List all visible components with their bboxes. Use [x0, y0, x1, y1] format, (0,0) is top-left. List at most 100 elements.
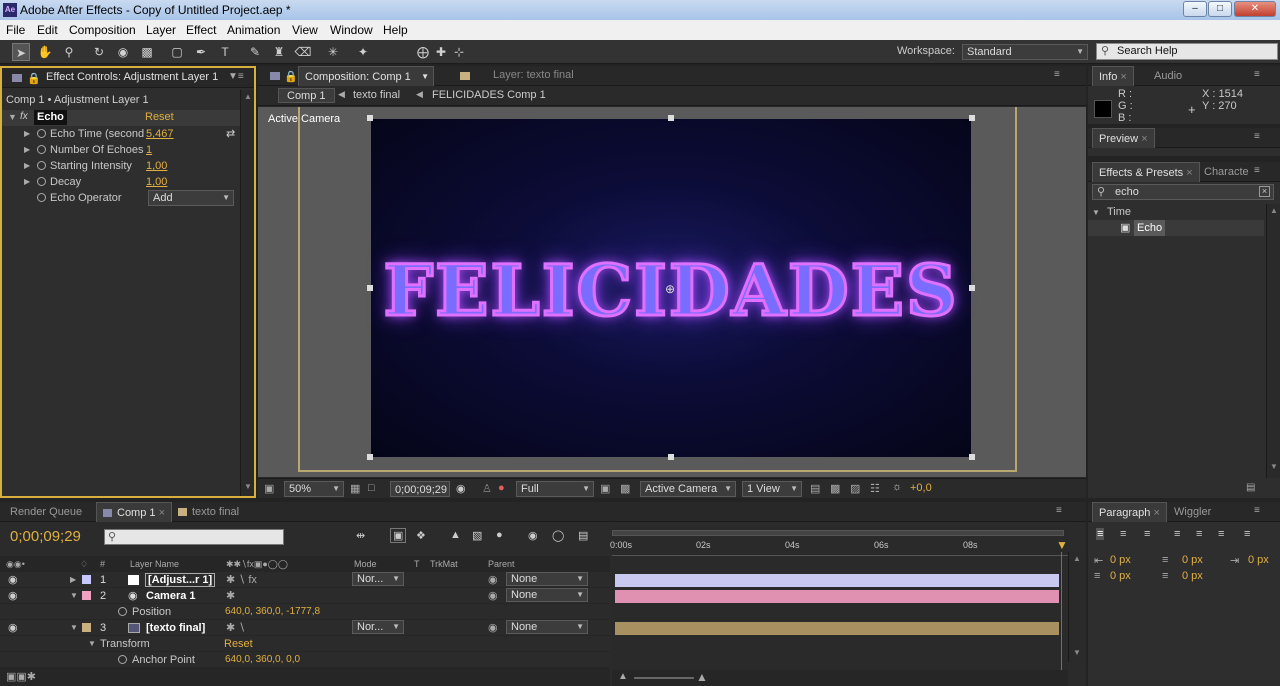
layer-bar-camera[interactable]: [615, 590, 1059, 603]
prop-value[interactable]: 5,467: [146, 126, 174, 142]
effects-search-input[interactable]: ⚲ echo ×: [1092, 184, 1274, 200]
tab-comp-1[interactable]: Comp 1 ×: [96, 502, 173, 522]
pickwhip-icon[interactable]: ◉: [488, 572, 498, 588]
scroll-down-icon[interactable]: ▼: [1073, 648, 1081, 657]
graph-editor-icon[interactable]: ▤: [578, 529, 588, 542]
expand-icon[interactable]: ▼: [70, 588, 78, 604]
align-left-icon[interactable]: ≡: [1096, 528, 1105, 540]
menu-file[interactable]: File: [6, 23, 25, 37]
effect-header-row[interactable]: ▼ fx Echo Reset: [2, 110, 240, 126]
mode-dropdown[interactable]: Nor... ▼: [352, 620, 404, 634]
scroll-up-icon[interactable]: ▲: [244, 92, 252, 101]
camera-tool-icon[interactable]: ◉: [114, 43, 132, 61]
show-snapshot-icon[interactable]: ♙: [482, 482, 492, 495]
menu-help[interactable]: Help: [383, 23, 408, 37]
menu-effect[interactable]: Effect: [186, 23, 216, 37]
category-time[interactable]: ▼ Time: [1090, 204, 1264, 220]
effect-controls-scrollbar[interactable]: ▲ ▼: [240, 90, 254, 496]
lock-icon[interactable]: 🔒: [27, 72, 41, 85]
eye-icon[interactable]: ◉: [8, 620, 18, 636]
prop-value[interactable]: 1: [146, 142, 152, 158]
menu-window[interactable]: Window: [330, 23, 373, 37]
effect-item-echo[interactable]: ▣ Echo: [1088, 220, 1264, 236]
scroll-down-icon[interactable]: ▼: [1270, 462, 1278, 471]
fx-icon[interactable]: fx: [20, 111, 28, 122]
text-tool-icon[interactable]: T: [216, 43, 234, 61]
transform-reset-link[interactable]: Reset: [224, 636, 253, 652]
layer-bar-texto-final[interactable]: [615, 622, 1059, 635]
eye-icon[interactable]: ◉: [8, 572, 18, 588]
comp-canvas[interactable]: FELICIDADES ⊕: [367, 115, 975, 460]
tab-render-queue[interactable]: Render Queue: [4, 502, 88, 522]
panel-menu-icon[interactable]: ≡: [1056, 505, 1062, 516]
expand-icon[interactable]: ▶: [24, 142, 30, 158]
layer-name[interactable]: Camera 1: [146, 588, 196, 604]
always-preview-icon[interactable]: ▣: [264, 482, 274, 495]
workspace-dropdown[interactable]: Standard ▼: [962, 44, 1088, 60]
axis-local-icon[interactable]: ⨁: [414, 43, 432, 61]
layer-search-input[interactable]: ⚲: [104, 529, 284, 545]
timeline-icon[interactable]: ▨: [850, 482, 860, 495]
selection-tool-icon[interactable]: ➤: [12, 43, 30, 61]
current-timecode[interactable]: 0;00;09;29: [10, 528, 81, 545]
transform-handle[interactable]: [969, 454, 975, 460]
toggle-pixel-aspect-icon[interactable]: ▤: [810, 482, 820, 495]
expand-icon[interactable]: ▶: [24, 174, 30, 190]
tab-info[interactable]: Info ×: [1092, 66, 1134, 86]
stopwatch-icon[interactable]: [37, 177, 46, 186]
maximize-button[interactable]: □: [1208, 1, 1232, 17]
property-row-anchor-point[interactable]: Anchor Point 640,0, 360,0, 0,0: [0, 652, 610, 668]
expand-icon[interactable]: ▶: [24, 158, 30, 174]
menu-composition[interactable]: Composition: [69, 23, 136, 37]
transform-handle[interactable]: [668, 454, 674, 460]
resolution-dropdown[interactable]: Full ▼: [516, 481, 594, 497]
flowchart-icon[interactable]: ☷: [870, 482, 880, 495]
fast-preview-icon[interactable]: ▩: [830, 482, 840, 495]
zoom-in-icon[interactable]: ▲: [696, 670, 708, 684]
tab-texto-final[interactable]: texto final: [172, 502, 245, 522]
indent-first-value[interactable]: 0 px: [1182, 554, 1203, 566]
view-layout-dropdown[interactable]: 1 View ▼: [742, 481, 802, 497]
property-value[interactable]: 640,0, 360,0, 0,0: [225, 652, 300, 668]
crumb-felicidades-comp[interactable]: FELICIDADES Comp 1: [432, 89, 546, 101]
label-color-icon[interactable]: [82, 575, 91, 584]
scroll-up-icon[interactable]: ▲: [1270, 206, 1278, 215]
layer-switches-icon[interactable]: ✱ ∖ fx: [226, 572, 257, 588]
expand-icon[interactable]: ▼: [88, 636, 96, 652]
timeline-scrollbar[interactable]: ▲ ▼: [1068, 552, 1084, 662]
crumb-comp-1[interactable]: Comp 1: [278, 88, 335, 103]
menu-edit[interactable]: Edit: [37, 23, 58, 37]
panel-menu-icon[interactable]: ≡: [1254, 165, 1260, 176]
menu-layer[interactable]: Layer: [146, 23, 176, 37]
layer-bar-adjustment[interactable]: [615, 574, 1059, 587]
close-button[interactable]: ✕: [1234, 1, 1276, 17]
transform-handle[interactable]: [367, 115, 373, 121]
transform-handle[interactable]: [367, 285, 373, 291]
camera-view-dropdown[interactable]: Active Camera ▼: [640, 481, 736, 497]
zoom-dropdown[interactable]: 50% ▼: [284, 481, 344, 497]
transform-handle[interactable]: [969, 285, 975, 291]
expand-icon[interactable]: ▶: [24, 126, 30, 142]
pickwhip-icon[interactable]: ◉: [488, 620, 498, 636]
panel-menu-icon[interactable]: ▼≡: [228, 71, 244, 82]
tab-layer[interactable]: Layer: texto final: [493, 69, 574, 81]
layer-row-2[interactable]: ◉ ▼ 2 ◉ Camera 1 ✱ ◉ None ▼: [0, 588, 610, 604]
expand-icon[interactable]: ▶: [70, 572, 76, 588]
stopwatch-icon[interactable]: [118, 655, 127, 664]
channel-icon[interactable]: ●: [498, 482, 505, 494]
layer-name[interactable]: [texto final]: [146, 620, 205, 636]
hide-shy-icon[interactable]: ▲: [450, 529, 461, 541]
indent-right-value[interactable]: 0 px: [1248, 554, 1269, 566]
layer-switches-icon[interactable]: ✱: [226, 588, 235, 604]
stopwatch-icon[interactable]: [118, 607, 127, 616]
expand-icon[interactable]: ▼: [8, 112, 17, 122]
effect-reset-link[interactable]: Reset: [145, 111, 174, 123]
property-row-position[interactable]: Position 640,0, 360,0, -1777,8: [0, 604, 610, 620]
timecode-field[interactable]: 0;00;09;29: [390, 481, 450, 497]
property-value[interactable]: 640,0, 360,0, -1777,8: [225, 604, 320, 620]
time-ruler[interactable]: 0:00s 02s 04s 06s 08s: [610, 536, 1068, 556]
transform-handle[interactable]: [668, 115, 674, 121]
tab-wiggler[interactable]: Wiggler: [1168, 502, 1217, 522]
transform-handle[interactable]: [969, 115, 975, 121]
justify-left-icon[interactable]: ≡: [1174, 528, 1180, 540]
